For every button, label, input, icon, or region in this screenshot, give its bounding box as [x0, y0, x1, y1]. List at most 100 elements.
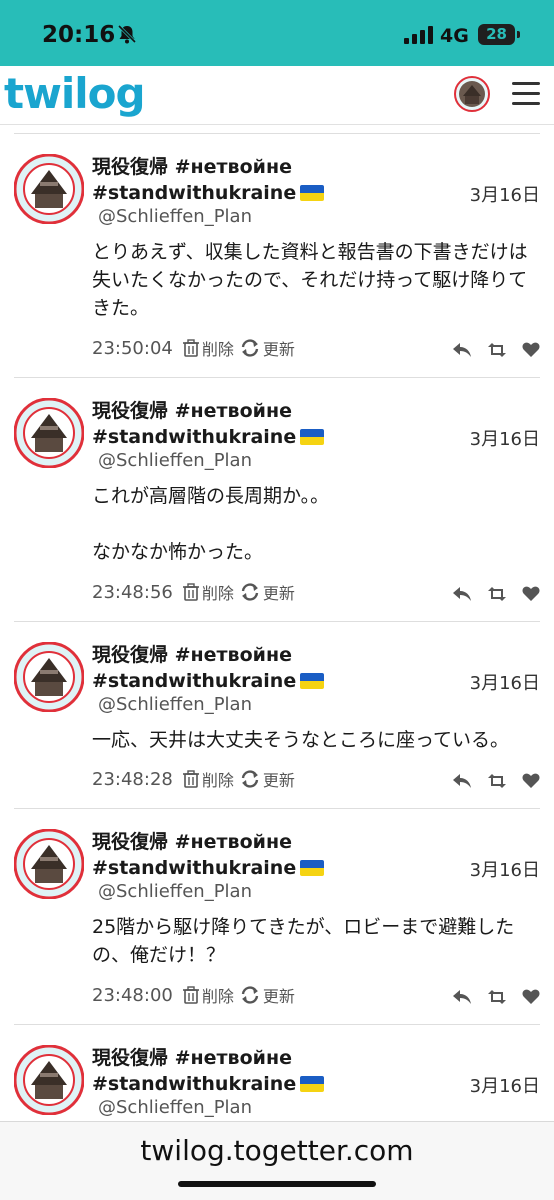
tweet-author-name[interactable]: 現役復帰 #нетвойне #standwithukraine	[92, 154, 352, 206]
tweet-feed: 現役復帰 #нетвойне #standwithukraine @Schlie…	[0, 133, 554, 1135]
update-label: 更新	[262, 987, 295, 1006]
tweet-actions	[452, 342, 540, 358]
update-button[interactable]: 更新	[240, 983, 295, 1007]
user-avatar-icon[interactable]	[454, 76, 490, 112]
tweet-item[interactable]: 現役復帰 #нетвойне #standwithukraine @Schlie…	[14, 808, 540, 1024]
delete-button[interactable]: 削除	[182, 580, 234, 604]
tweet-body: これが高層階の長周期か。。 なかなか怖かった。	[92, 485, 330, 563]
delete-button[interactable]: 削除	[182, 336, 234, 360]
tweet-time[interactable]: 23:50:04	[92, 338, 173, 359]
hamburger-menu-icon[interactable]	[512, 82, 540, 106]
twilog-logo[interactable]: twilog	[4, 68, 146, 120]
tweet-meta: 23:48:28 削除 更新	[92, 767, 301, 791]
app-header: twilog	[0, 66, 554, 125]
home-indicator[interactable]	[178, 1181, 376, 1187]
tweet-author-name[interactable]: 現役復帰 #нетвойне #standwithukraine	[92, 642, 352, 694]
trash-icon	[182, 583, 199, 601]
tweet-time[interactable]: 23:48:00	[92, 985, 173, 1006]
author-name-text[interactable]: 現役復帰 #нетвойне #standwithukraine	[92, 644, 296, 692]
tweet-actions	[452, 773, 540, 789]
ukraine-flag-icon	[300, 429, 325, 445]
like-icon[interactable]	[522, 773, 540, 789]
avatar[interactable]	[14, 642, 84, 712]
tweet-time[interactable]: 23:48:56	[92, 582, 173, 603]
tweet-date[interactable]: 3月16日	[470, 669, 540, 695]
retweet-icon[interactable]	[486, 989, 508, 1005]
retweet-icon[interactable]	[486, 342, 508, 358]
reply-icon[interactable]	[452, 342, 472, 358]
update-button[interactable]: 更新	[240, 336, 295, 360]
update-button[interactable]: 更新	[240, 580, 295, 604]
tweet-time[interactable]: 23:48:28	[92, 769, 173, 790]
ukraine-flag-icon	[300, 1076, 325, 1092]
avatar[interactable]	[14, 154, 84, 224]
delete-label: 削除	[201, 987, 234, 1006]
ukraine-flag-icon	[300, 860, 325, 876]
avatar[interactable]	[14, 1045, 84, 1115]
trash-icon	[182, 986, 199, 1004]
refresh-icon	[241, 583, 259, 601]
tweet-body: 25階から駆け降りてきたが、ロビーまで避難したの、俺だけ！？	[92, 916, 515, 966]
tweet-author-name[interactable]: 現役復帰 #нетвойне #standwithukraine	[92, 829, 352, 881]
update-label: 更新	[262, 340, 295, 359]
tweet-author-name[interactable]: 現役復帰 #нетвойне #standwithukraine	[92, 398, 352, 450]
author-name-text[interactable]: 現役復帰 #нетвойне #standwithukraine	[92, 831, 296, 879]
tweet-meta: 23:48:56 削除 更新	[92, 580, 301, 604]
refresh-icon	[241, 770, 259, 788]
trash-icon	[182, 770, 199, 788]
tweet-item[interactable]: 現役復帰 #нетвойне #standwithukraine @Schlie…	[14, 133, 540, 377]
retweet-icon[interactable]	[486, 773, 508, 789]
battery-cap	[517, 31, 520, 38]
retweet-icon[interactable]	[486, 586, 508, 602]
tweet-item[interactable]: 現役復帰 #нетвойне #standwithukraine @Schlie…	[14, 1024, 540, 1135]
tweet-item[interactable]: 現役復帰 #нетвойне #standwithukraine @Schlie…	[14, 621, 540, 808]
tweet-body: とりあえず、収集した資料と報告書の下書きだけは失いたくなかったので、それだけ持っ…	[92, 241, 528, 319]
tweet-handle[interactable]: @Schlieffen_Plan	[98, 694, 252, 715]
delete-button[interactable]: 削除	[182, 767, 234, 791]
author-name-text[interactable]: 現役復帰 #нетвойне #standwithukraine	[92, 1047, 296, 1095]
bell-slash-icon	[117, 24, 137, 44]
delete-label: 削除	[201, 340, 234, 359]
avatar[interactable]	[14, 829, 84, 899]
reply-icon[interactable]	[452, 989, 472, 1005]
tweet-handle[interactable]: @Schlieffen_Plan	[98, 1097, 252, 1118]
author-name-text[interactable]: 現役復帰 #нетвойне #standwithukraine	[92, 156, 296, 204]
refresh-icon	[241, 339, 259, 357]
tweet-date[interactable]: 3月16日	[470, 425, 540, 451]
trash-icon	[182, 339, 199, 357]
tweet-date[interactable]: 3月16日	[470, 1072, 540, 1098]
delete-button[interactable]: 削除	[182, 983, 234, 1007]
signal-icon	[404, 26, 433, 44]
update-label: 更新	[262, 771, 295, 790]
tweet-handle[interactable]: @Schlieffen_Plan	[98, 206, 252, 227]
battery-icon: 28	[478, 24, 515, 45]
refresh-icon	[241, 986, 259, 1004]
like-icon[interactable]	[522, 989, 540, 1005]
reply-icon[interactable]	[452, 773, 472, 789]
like-icon[interactable]	[522, 586, 540, 602]
tweet-meta: 23:50:04 削除 更新	[92, 336, 301, 360]
network-label: 4G	[440, 25, 469, 47]
browser-url-bar[interactable]: twilog.togetter.com	[0, 1121, 554, 1200]
delete-label: 削除	[201, 771, 234, 790]
like-icon[interactable]	[522, 342, 540, 358]
update-label: 更新	[262, 584, 295, 603]
tweet-date[interactable]: 3月16日	[470, 181, 540, 207]
reply-icon[interactable]	[452, 586, 472, 602]
tweet-author-name[interactable]: 現役復帰 #нетвойне #standwithukraine	[92, 1045, 352, 1097]
update-button[interactable]: 更新	[240, 767, 295, 791]
ukraine-flag-icon	[300, 185, 325, 201]
avatar[interactable]	[14, 398, 84, 468]
url-text[interactable]: twilog.togetter.com	[0, 1134, 554, 1167]
tweet-handle[interactable]: @Schlieffen_Plan	[98, 881, 252, 902]
delete-label: 削除	[201, 584, 234, 603]
tweet-date[interactable]: 3月16日	[470, 856, 540, 882]
status-time: 20:16	[42, 22, 116, 48]
author-name-text[interactable]: 現役復帰 #нетвойне #standwithukraine	[92, 400, 296, 448]
tweet-item[interactable]: 現役復帰 #нетвойне #standwithukraine @Schlie…	[14, 377, 540, 621]
tweet-actions	[452, 989, 540, 1005]
tweet-actions	[452, 586, 540, 602]
tweet-body: 一応、天井は大丈夫そうなところに座っている。	[92, 729, 510, 751]
tweet-handle[interactable]: @Schlieffen_Plan	[98, 450, 252, 471]
ukraine-flag-icon	[300, 673, 325, 689]
